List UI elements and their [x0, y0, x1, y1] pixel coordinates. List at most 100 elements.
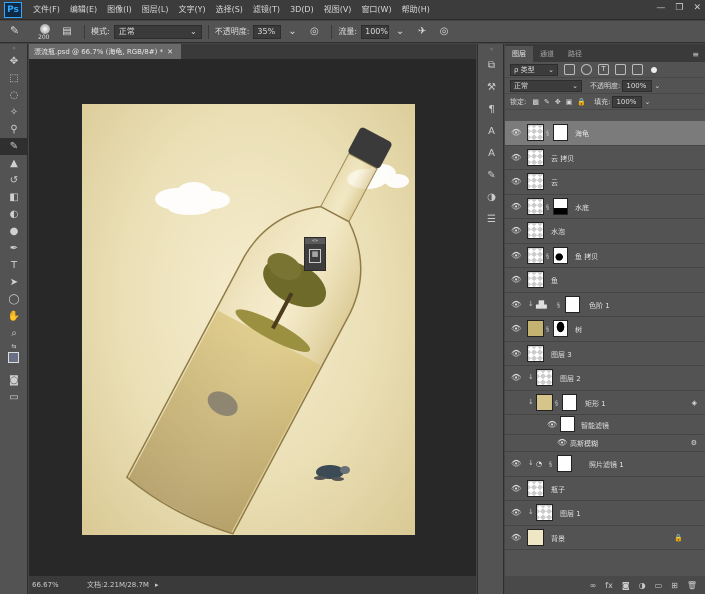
opacity-input[interactable]: 35% [253, 24, 282, 39]
layer-name[interactable]: 智能滤镜 [581, 421, 609, 431]
chevron-down-icon[interactable]: ⌄ [285, 25, 299, 39]
brush-preset-picker[interactable]: 200 [34, 23, 56, 41]
chevron-down-icon[interactable]: ⌄ [654, 82, 660, 90]
layer-opacity-input[interactable]: 100% [622, 79, 653, 92]
lock-pixels-icon[interactable]: ✎ [544, 98, 550, 106]
layer-name[interactable]: 色阶 1 [589, 301, 610, 311]
restore-icon[interactable]: ❐ [675, 3, 683, 13]
layer-mask-thumbnail[interactable] [557, 455, 572, 472]
layer-name[interactable]: 鱼 拷贝 [575, 252, 598, 262]
menu-filter[interactable]: 滤镜(T) [248, 4, 285, 15]
add-mask-icon[interactable]: ◙ [622, 581, 630, 590]
gradient-tool-icon[interactable]: ◐ [0, 206, 28, 223]
filter-kind-select[interactable]: ρ 类型 ⌄ [510, 63, 558, 76]
layer-row[interactable]: 👁 § 鱼 拷贝 [505, 244, 705, 268]
layer-row[interactable]: 👁 云 [505, 170, 705, 195]
layer-row[interactable]: 👁 ↓ ◔ § 照片滤镜 1 [505, 452, 705, 477]
layer-row[interactable]: 👁 ↓ 图层 2 [505, 366, 705, 391]
menu-view[interactable]: 视图(V) [319, 4, 357, 15]
link-icon[interactable]: § [546, 326, 549, 333]
eye-icon[interactable]: 👁 [511, 153, 521, 162]
filter-shape-icon[interactable] [615, 64, 626, 75]
path-select-icon[interactable]: ➤ [0, 274, 28, 291]
lock-transparency-icon[interactable]: ▩ [532, 98, 539, 106]
eye-icon[interactable]: 👁 [511, 251, 521, 260]
zoom-tool-icon[interactable]: ⌕ [0, 325, 28, 342]
flow-input[interactable]: 100% [361, 24, 390, 39]
adjustments-icon[interactable]: ◑ [478, 186, 505, 208]
filter-pixel-icon[interactable] [564, 64, 575, 75]
eye-icon[interactable]: 👁 [511, 129, 521, 137]
eye-icon[interactable]: 👁 [547, 421, 557, 429]
eye-icon[interactable]: 👁 [511, 533, 521, 542]
new-adjustment-icon[interactable]: ◑ [639, 581, 646, 590]
menu-3d[interactable]: 3D(D) [285, 5, 319, 14]
menu-window[interactable]: 窗口(W) [356, 4, 396, 15]
document-tab[interactable]: 漂流瓶.psd @ 66.7% (海龟, RGB/8#) * ✕ [29, 44, 181, 59]
layer-row[interactable]: 👁 ↓ ▟▙ § 色阶 1 [505, 293, 705, 317]
marquee-tool-icon[interactable]: ⬚ [0, 70, 28, 87]
document-canvas[interactable] [82, 104, 415, 535]
floating-panel[interactable]: «» ▦ [304, 237, 326, 271]
brush-panel-icon[interactable]: ▤ [60, 25, 74, 39]
panel-menu-icon[interactable]: ≡ [686, 46, 705, 62]
new-layer-icon[interactable]: ⊞ [671, 581, 678, 590]
brush-tool-icon[interactable]: ✎ [0, 138, 28, 155]
menu-file[interactable]: 文件(F) [28, 4, 65, 15]
foreground-color[interactable] [8, 352, 19, 363]
lock-position-icon[interactable]: ✥ [555, 98, 561, 106]
close-icon[interactable]: ✕ [693, 3, 701, 13]
eye-icon[interactable]: 👁 [511, 460, 521, 468]
quick-mask-icon[interactable]: ◙ [0, 372, 28, 389]
layer-row[interactable]: 👁 鱼 [505, 268, 705, 293]
tool-presets-icon[interactable]: ✎ [478, 164, 505, 186]
link-icon[interactable]: § [549, 461, 552, 468]
layer-name[interactable]: 照片滤镜 1 [589, 460, 624, 470]
type-tool-icon[interactable]: T [0, 257, 28, 274]
status-arrow-icon[interactable]: ▸ [155, 581, 159, 589]
eye-icon[interactable]: 👁 [511, 325, 521, 333]
history-icon[interactable]: ⧉ [478, 54, 505, 76]
pen-tool-icon[interactable]: ✒ [0, 240, 28, 257]
layer-name[interactable]: 瓶子 [551, 485, 565, 495]
history-brush-icon[interactable]: ↺ [0, 172, 28, 189]
layer-row[interactable]: 👁 § 水底 [505, 195, 705, 219]
layer-name[interactable]: 海龟 [575, 129, 589, 139]
layer-row[interactable]: 👁 云 拷贝 [505, 146, 705, 170]
layer-row[interactable]: 👁 图层 3 [505, 342, 705, 366]
blend-mode-select[interactable]: 正常 ⌄ [510, 79, 582, 92]
color-swatches[interactable] [0, 350, 28, 372]
move-tool-icon[interactable]: ✥ [0, 53, 28, 70]
eyedropper-tool-icon[interactable]: ⚲ [0, 121, 28, 138]
filter-options-icon[interactable]: ⚙ [691, 439, 697, 447]
menu-edit[interactable]: 编辑(E) [65, 4, 102, 15]
layer-name[interactable]: 云 [551, 178, 558, 188]
eraser-tool-icon[interactable]: ◧ [0, 189, 28, 206]
minimize-icon[interactable]: — [656, 3, 665, 13]
tab-layers[interactable]: 图层 [505, 46, 533, 62]
filter-smart-icon[interactable] [632, 64, 643, 75]
layer-mask-thumbnail[interactable] [562, 393, 577, 411]
layer-name[interactable]: 水泡 [551, 227, 565, 237]
layer-row[interactable]: 👁 § 海龟 [505, 121, 705, 146]
layer-mask-thumbnail[interactable] [553, 246, 568, 264]
link-icon[interactable]: § [546, 253, 549, 260]
panel-expand-icon[interactable]: «» [305, 238, 325, 244]
eye-icon[interactable]: 👁 [511, 227, 521, 235]
pressure-opacity-icon[interactable]: ◎ [307, 25, 321, 39]
eye-icon[interactable]: 👁 [511, 178, 521, 186]
link-icon[interactable]: § [546, 204, 549, 211]
chevron-down-icon[interactable]: ⌄ [393, 25, 407, 39]
glyphs-icon[interactable]: A [478, 142, 505, 164]
layer-name[interactable]: 图层 1 [560, 509, 581, 519]
layer-row[interactable]: 👁 § 树 [505, 317, 705, 342]
layer-row[interactable]: 👁 瓶子 [505, 477, 705, 501]
filter-mask-thumbnail[interactable] [560, 416, 575, 432]
zoom-level[interactable]: 66.67% [32, 581, 84, 589]
layer-name[interactable]: 水底 [575, 203, 589, 213]
layer-row[interactable]: 👁 高斯模糊 ⚙ [505, 435, 705, 452]
dodge-tool-icon[interactable]: ● [0, 223, 28, 240]
layer-style-icon[interactable]: fx [605, 581, 613, 590]
menu-select[interactable]: 选择(S) [211, 4, 248, 15]
lasso-tool-icon[interactable]: ◌ [0, 87, 28, 104]
